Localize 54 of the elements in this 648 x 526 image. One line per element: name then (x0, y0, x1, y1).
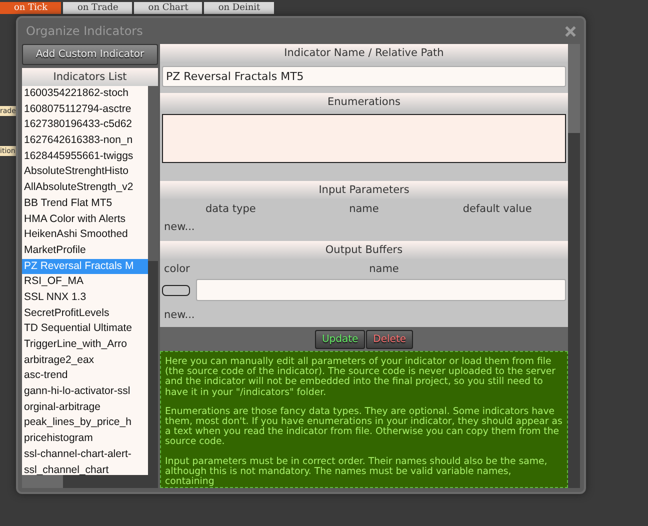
indicator-name-field[interactable]: PZ Reversal Fractals MT5 (162, 66, 566, 87)
section-header: Input Parameters (160, 181, 568, 199)
background-tab[interactable]: on Deinit (204, 2, 274, 14)
indicator-list-item[interactable]: SSL NNX 1.3 (22, 290, 148, 306)
indicator-list-item[interactable]: 1628445955661-twiggs (22, 148, 148, 164)
indicator-list-item[interactable]: TD Sequential Ultimate (22, 321, 148, 337)
indicator-list-item[interactable]: ssl-channel-chart-alert- (22, 446, 148, 462)
help-paragraph: Input parameters must be in correct order. Their names should also be the same, although this is not mandatory. The names must be valid variable names, containing (165, 456, 548, 487)
background-tab[interactable]: on Tick (0, 2, 62, 14)
background-tab[interactable]: on Trade (63, 2, 132, 14)
add-custom-indicator-button[interactable]: Add Custom Indicator (22, 44, 158, 65)
indicator-list-item[interactable]: 1627380196433-c5d62 (22, 117, 148, 134)
indicator-list-item[interactable]: 1600354221862-stoch (22, 86, 148, 102)
indicator-list-item[interactable]: AbsoluteStrenghtHisto (22, 164, 148, 180)
column-header: name (348, 203, 380, 215)
section-header: Indicator Name / Relative Path (160, 44, 568, 62)
column-header: color (164, 263, 191, 275)
column-header: data type (204, 203, 257, 215)
list-header: Indicators List (22, 68, 158, 86)
indicator-list-item[interactable]: SecretProfitLevels (22, 306, 148, 322)
section-header: Enumerations (160, 93, 568, 111)
scrollbar[interactable] (568, 44, 580, 488)
new-link[interactable]: new... (160, 301, 199, 327)
indicator-list-item[interactable]: RSI_OF_MA (22, 274, 148, 290)
indicator-list-item[interactable]: asc-trend (22, 368, 148, 384)
indicator-list-item[interactable]: peak_lines_by_price_h (22, 415, 148, 432)
indicator-list-item[interactable]: MarketProfile (22, 242, 148, 259)
scrollbar[interactable] (148, 86, 158, 475)
buffer-name-field[interactable] (196, 279, 566, 301)
help-paragraph: Here you can manually edit all parameters of your indicator or load them from file (the source code of the indicator). The source code is never uploaded to the server and the indicator will not be embedded into the final project, so you still need to have it in your "/indicators" folder. (165, 357, 556, 398)
indicator-list-item[interactable]: 1627642616383-non_n (22, 133, 148, 149)
close-icon[interactable] (565, 26, 576, 36)
background-tab[interactable]: on Chart (134, 2, 202, 14)
indicator-list-item[interactable]: gann-hi-lo-activator-ssl (22, 384, 148, 400)
indicator-list-item[interactable]: pricehistogram (22, 431, 148, 447)
indicator-list-item[interactable]: AllAbsoluteStrength_v2 (22, 180, 148, 196)
help-paragraph: Enumerations are those fancy data types. They are optional. Some indicators have them, most don't. If you have enumerations in your indicator, they should appear as a text when you read the indicator from file. Otherwise you can copy them from the source code. (165, 406, 563, 448)
indicator-list-item[interactable]: arbitrage2_eax (22, 352, 148, 368)
update-button[interactable]: Update (314, 330, 366, 349)
indicator-list-item[interactable]: BB Trend Flat MT5 (22, 196, 148, 212)
indicator-list-item[interactable]: orginal-arbitrage (22, 400, 148, 416)
color-swatch[interactable] (162, 284, 190, 296)
indicator-list-item[interactable]: HeikenAshi Smoothed (22, 227, 148, 243)
window-title: Organize Indicators (26, 24, 143, 38)
column-header: default value (462, 203, 533, 215)
column-header: name (368, 263, 400, 275)
section-header: Output Buffers (160, 241, 568, 259)
indicator-list-item[interactable]: HMA Color with Alerts (22, 212, 148, 228)
enumerations-field[interactable] (162, 114, 566, 163)
indicator-list-item[interactable]: ssl_channel_chart (22, 462, 148, 475)
scrollbar[interactable] (22, 475, 158, 488)
indicator-list-item[interactable]: TriggerLine_with_Arro (22, 337, 148, 353)
indicator-list-item[interactable]: 1608075112794-asctre (22, 102, 148, 118)
new-link[interactable]: new... (160, 219, 199, 239)
